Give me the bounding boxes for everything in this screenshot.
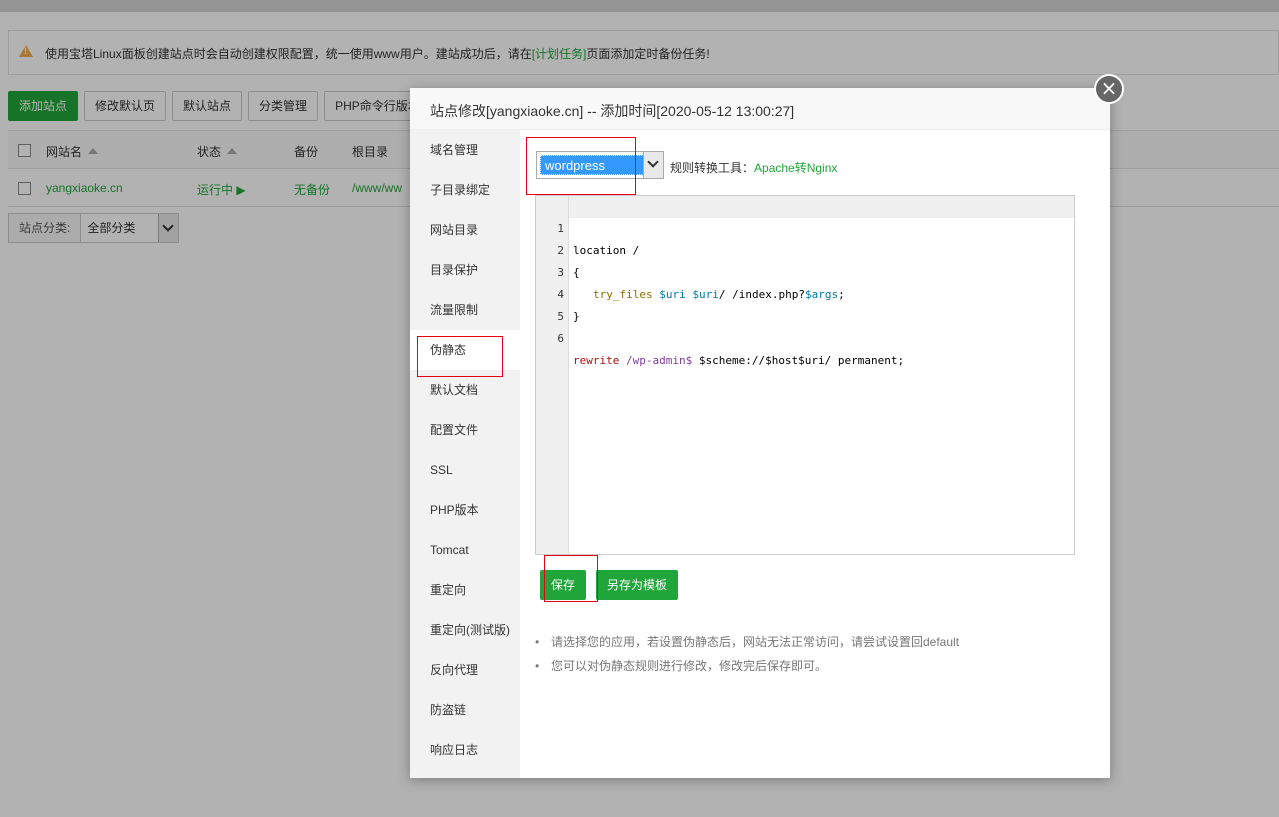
modal-title: 站点修改[yangxiaoke.cn] -- 添加时间[2020-05-12 1…	[430, 103, 795, 119]
menu-site-dir[interactable]: 网站目录	[410, 210, 520, 250]
menu-tomcat[interactable]: Tomcat	[410, 530, 520, 570]
annotation-box-save	[544, 555, 598, 602]
menu-php-version[interactable]: PHP版本	[410, 490, 520, 530]
code-line: 2 {	[536, 218, 1074, 279]
menu-hotlink-protect[interactable]: 防盗链	[410, 690, 520, 730]
menu-redirect[interactable]: 重定向	[410, 570, 520, 610]
tip-item: 您可以对伪静态规则进行修改，修改完后保存即可。	[535, 654, 1095, 678]
annotation-box-rewrite	[417, 336, 503, 377]
menu-domain-manage[interactable]: 域名管理	[410, 130, 520, 170]
code-line: 1 location /	[536, 196, 1074, 257]
code-line: 6 rewrite /wp-admin$ $scheme://$host$uri…	[536, 306, 1074, 367]
rewrite-code-editor[interactable]: 1 location / 2 { 3 try_files $uri $uri/ …	[535, 195, 1075, 555]
chevron-down-icon	[643, 152, 663, 178]
modal-header: 站点修改[yangxiaoke.cn] -- 添加时间[2020-05-12 1…	[410, 88, 1110, 130]
menu-redirect-beta[interactable]: 重定向(测试版)	[410, 610, 520, 650]
rewrite-panel: wordpress 规则转换工具：Apache转Nginx 1 location…	[520, 130, 1110, 778]
menu-config-file[interactable]: 配置文件	[410, 410, 520, 450]
code-line: 3 try_files $uri $uri/ /index.php?$args;	[536, 240, 1074, 301]
help-tips: 请选择您的应用，若设置伪静态后，网站无法正常访问，请尝试设置回default 您…	[535, 630, 1095, 678]
menu-traffic-limit[interactable]: 流量限制	[410, 290, 520, 330]
menu-dir-protect[interactable]: 目录保护	[410, 250, 520, 290]
tip-item: 请选择您的应用，若设置伪静态后，网站无法正常访问，请尝试设置回default	[535, 630, 1095, 654]
menu-reverse-proxy[interactable]: 反向代理	[410, 650, 520, 690]
menu-ssl[interactable]: SSL	[410, 450, 520, 490]
site-edit-modal: 站点修改[yangxiaoke.cn] -- 添加时间[2020-05-12 1…	[410, 74, 1124, 778]
code-line: 4 }	[536, 262, 1074, 323]
side-menu: 域名管理 子目录绑定 网站目录 目录保护 流量限制 伪静态 默认文档 配置文件 …	[410, 130, 520, 778]
apache-to-nginx-link[interactable]: Apache转Nginx	[754, 161, 837, 175]
menu-response-log[interactable]: 响应日志	[410, 730, 520, 770]
save-as-template-button[interactable]: 另存为模板	[596, 570, 678, 600]
annotation-box-select	[526, 137, 636, 195]
convert-tool-label: 规则转换工具：Apache转Nginx	[670, 161, 838, 175]
menu-subdir-bind[interactable]: 子目录绑定	[410, 170, 520, 210]
code-line: 5	[536, 284, 1074, 323]
line-code: rewrite /wp-admin$ $scheme://$host$uri/ …	[573, 354, 905, 367]
close-button[interactable]: ×	[1094, 74, 1124, 104]
line-number: 6	[557, 332, 564, 345]
